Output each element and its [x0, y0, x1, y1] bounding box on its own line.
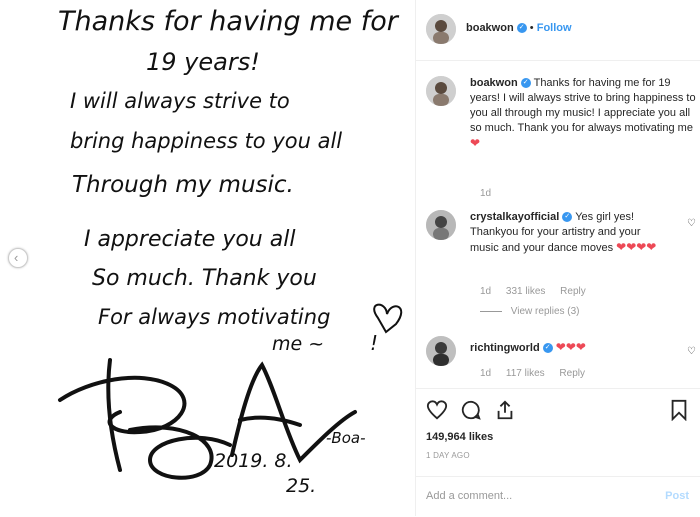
- post-comment-button[interactable]: Post: [665, 490, 689, 502]
- verified-icon: ✓: [562, 212, 573, 223]
- commenter-avatar[interactable]: [426, 336, 456, 366]
- svg-text:!: !: [370, 331, 378, 355]
- caption-age: 1d: [480, 188, 492, 199]
- comment-likes[interactable]: 117 likes: [506, 368, 545, 379]
- letter-line: bring happiness to you all: [70, 129, 342, 153]
- comment-bar: Add a comment... Post: [416, 476, 700, 517]
- verified-icon: ✓: [542, 343, 553, 354]
- heart-icon[interactable]: [426, 399, 448, 421]
- bookmark-icon[interactable]: [669, 399, 689, 421]
- letter-line: I appreciate you all: [84, 227, 295, 252]
- caption-heart-emoji: ❤: [470, 136, 481, 150]
- comment-username[interactable]: crystalkayofficial: [470, 211, 559, 223]
- comment-text: crystalkayofficial ✓ Yes girl yes! Thank…: [470, 210, 670, 256]
- header-user-line: boakwon ✓ • Follow: [466, 22, 572, 34]
- author-username[interactable]: boakwon: [466, 22, 514, 34]
- comment-meta: 1d 331 likes Reply: [480, 286, 598, 297]
- view-replies-row[interactable]: View replies (3): [480, 306, 592, 317]
- signature-date: 2019. 8.: [214, 450, 293, 472]
- letter-line: Thanks for having me for: [58, 6, 400, 37]
- caption-username[interactable]: boakwon: [470, 77, 518, 89]
- follow-button[interactable]: Follow: [537, 22, 572, 34]
- post-header: boakwon ✓ • Follow: [416, 0, 700, 61]
- author-avatar[interactable]: [426, 14, 456, 44]
- view-replies-link[interactable]: View replies (3): [511, 306, 580, 317]
- letter-line: 19 years!: [146, 48, 260, 76]
- post-time: 1 DAY AGO: [426, 451, 470, 460]
- heart-doodle: [373, 303, 403, 334]
- instagram-post-view: Thanks for having me for 19 years! I wil…: [0, 0, 700, 516]
- post-photo[interactable]: Thanks for having me for 19 years! I wil…: [0, 0, 415, 516]
- comment-input[interactable]: Add a comment...: [426, 490, 512, 502]
- share-icon[interactable]: [494, 399, 516, 421]
- signature: [58, 358, 357, 480]
- likes-count[interactable]: 149,964 likes: [426, 431, 493, 443]
- comment-hearts: ❤❤❤: [555, 340, 586, 354]
- signature-day: 25.: [286, 475, 316, 497]
- comment-meta: 1d 117 likes Reply: [480, 368, 597, 379]
- verified-icon: ✓: [516, 23, 527, 34]
- comment-age: 1d: [480, 368, 492, 379]
- caption-text: boakwon ✓ Thanks for having me for 19 ye…: [470, 76, 698, 151]
- chevron-left-icon: ‹: [14, 250, 19, 265]
- comment-age: 1d: [480, 286, 492, 297]
- comment-text: richtingworld ✓ ❤❤❤: [470, 340, 670, 356]
- comment-username[interactable]: richtingworld: [470, 342, 540, 354]
- commenter-avatar[interactable]: [426, 210, 456, 240]
- comment-item: crystalkayofficial ✓ Yes girl yes! Thank…: [426, 210, 696, 320]
- comment-hearts: ❤❤❤❤: [616, 240, 657, 254]
- verified-icon: ✓: [520, 78, 531, 89]
- heart-icon[interactable]: ♡: [687, 346, 696, 357]
- comment-likes[interactable]: 331 likes: [506, 286, 545, 297]
- handwritten-letter: Thanks for having me for 19 years! I wil…: [58, 6, 403, 497]
- caption-avatar[interactable]: [426, 76, 456, 106]
- previous-arrow-button[interactable]: ‹: [8, 248, 28, 268]
- letter-line: me ~: [272, 333, 324, 355]
- comment-item: richtingworld ✓ ❤❤❤ ♡ 1d 117 likes Reply: [426, 336, 696, 386]
- reply-button[interactable]: Reply: [559, 368, 585, 379]
- comment-icon[interactable]: [460, 399, 482, 421]
- reply-button[interactable]: Reply: [560, 286, 586, 297]
- heart-icon[interactable]: ♡: [687, 218, 696, 229]
- letter-line: For always motivating: [98, 305, 330, 329]
- letter-line: Through my music.: [72, 172, 294, 198]
- signature-name: -Boa-: [326, 429, 366, 447]
- post-side-panel: boakwon ✓ • Follow boakwon ✓ Thanks for …: [415, 0, 700, 516]
- letter-line: So much. Thank you: [92, 266, 317, 291]
- letter-line: I will always strive to: [70, 89, 290, 113]
- separator-dot: •: [529, 22, 534, 34]
